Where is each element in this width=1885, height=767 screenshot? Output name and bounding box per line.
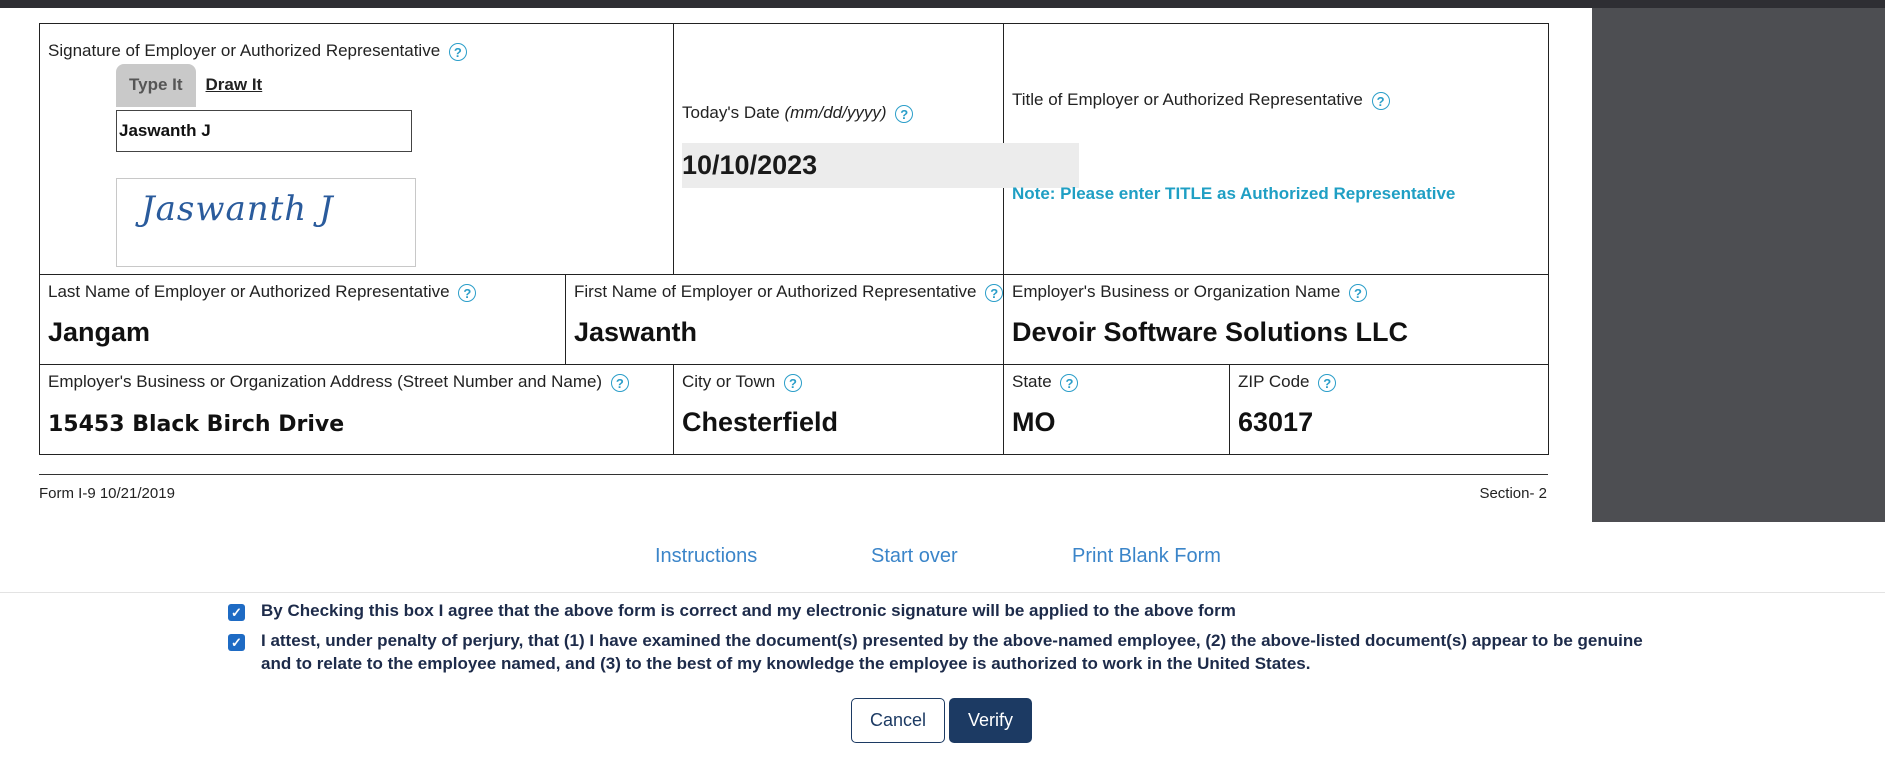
city-label: City or Town: [682, 372, 776, 391]
date-format-hint: (mm/dd/yyyy): [784, 103, 887, 122]
address-cell: Employer's Business or Organization Addr…: [39, 364, 674, 455]
first-name-field[interactable]: Jaswanth: [574, 317, 697, 348]
address-label: Employer's Business or Organization Addr…: [48, 372, 603, 391]
city-label-row: City or Town ?: [682, 372, 802, 392]
first-name-label: First Name of Employer or Authorized Rep…: [574, 282, 977, 301]
signature-label-row: Signature of Employer or Authorized Repr…: [48, 41, 467, 61]
section2-form: Signature of Employer or Authorized Repr…: [39, 23, 1550, 455]
help-icon[interactable]: ?: [783, 373, 802, 392]
last-name-label: Last Name of Employer or Authorized Repr…: [48, 282, 450, 301]
tab-type-it[interactable]: Type It: [116, 64, 196, 107]
date-cell: Today's Date (mm/dd/yyyy) ? 10/10/2023: [673, 23, 1079, 275]
business-name-cell: Employer's Business or Organization Name…: [1002, 274, 1550, 365]
signature-script-text: Jaswanth J: [141, 189, 334, 229]
title-cell: Title of Employer or Authorized Represen…: [1002, 23, 1550, 275]
help-icon[interactable]: ?: [458, 283, 477, 302]
last-name-cell: Last Name of Employer or Authorized Repr…: [39, 274, 566, 365]
date-label-row: Today's Date (mm/dd/yyyy) ?: [682, 103, 914, 123]
business-name-label: Employer's Business or Organization Name: [1012, 282, 1341, 301]
address-field[interactable]: 15453 Black Birch Drive: [48, 412, 344, 437]
form-id: Form I-9 10/21/2019: [39, 485, 175, 502]
zip-label-row: ZIP Code ?: [1238, 372, 1337, 392]
state-cell: State ? MO: [1003, 364, 1230, 455]
title-note: Note: Please enter TITLE as Authorized R…: [1012, 184, 1456, 203]
tab-draw-it[interactable]: Draw It: [196, 64, 273, 107]
section-label: Section- 2: [1479, 485, 1547, 502]
state-field[interactable]: MO: [1012, 407, 1056, 438]
title-label: Title of Employer or Authorized Represen…: [1012, 90, 1363, 109]
instructions-link[interactable]: Instructions: [655, 545, 757, 568]
business-name-field[interactable]: Devoir Software Solutions LLC: [1012, 317, 1408, 348]
last-name-field[interactable]: Jangam: [48, 317, 150, 348]
attest-text-line1: I attest, under penalty of perjury, that…: [261, 631, 1643, 650]
attest-text-line2: and to relate to the employee named, and…: [261, 654, 1311, 673]
state-label: State: [1012, 372, 1052, 391]
signature-label: Signature of Employer or Authorized Repr…: [48, 41, 441, 60]
top-bar: [0, 0, 1885, 8]
cancel-button[interactable]: Cancel: [851, 698, 945, 743]
signature-cell: Signature of Employer or Authorized Repr…: [39, 23, 674, 275]
city-field[interactable]: Chesterfield: [682, 407, 838, 438]
title-label-row: Title of Employer or Authorized Represen…: [1012, 90, 1390, 110]
print-blank-form-link[interactable]: Print Blank Form: [1072, 545, 1221, 568]
form-divider: [39, 474, 1548, 475]
zip-field[interactable]: 63017: [1238, 407, 1313, 438]
signature-preview: Jaswanth J: [116, 178, 416, 267]
date-label: Today's Date: [682, 103, 780, 122]
first-name-cell: First Name of Employer or Authorized Rep…: [565, 274, 1004, 365]
zip-label: ZIP Code: [1238, 372, 1310, 391]
agree-checkbox[interactable]: ✓: [228, 604, 245, 621]
zip-cell: ZIP Code ? 63017: [1228, 364, 1550, 455]
first-name-label-row: First Name of Employer or Authorized Rep…: [574, 282, 1004, 302]
start-over-link[interactable]: Start over: [871, 545, 958, 568]
signature-input[interactable]: Jaswanth J: [116, 110, 412, 152]
business-name-label-row: Employer's Business or Organization Name…: [1012, 282, 1368, 302]
help-icon[interactable]: ?: [1349, 283, 1368, 302]
section-separator: [0, 592, 1885, 593]
agree-text: By Checking this box I agree that the ab…: [261, 601, 1236, 620]
side-panel: [1592, 8, 1885, 522]
address-label-row: Employer's Business or Organization Addr…: [48, 372, 629, 392]
help-icon[interactable]: ?: [1318, 373, 1337, 392]
help-icon[interactable]: ?: [610, 373, 629, 392]
state-label-row: State ?: [1012, 372, 1079, 392]
help-icon[interactable]: ?: [895, 104, 914, 123]
help-icon[interactable]: ?: [1060, 373, 1079, 392]
help-icon[interactable]: ?: [985, 283, 1004, 302]
signature-mode-tabs: Type It Draw It: [116, 64, 272, 107]
help-icon[interactable]: ?: [448, 42, 467, 61]
last-name-label-row: Last Name of Employer or Authorized Repr…: [48, 282, 477, 302]
verify-button[interactable]: Verify: [949, 698, 1032, 743]
attest-checkbox[interactable]: ✓: [228, 634, 245, 651]
help-icon[interactable]: ?: [1371, 91, 1390, 110]
city-cell: City or Town ? Chesterfield: [673, 364, 1004, 455]
